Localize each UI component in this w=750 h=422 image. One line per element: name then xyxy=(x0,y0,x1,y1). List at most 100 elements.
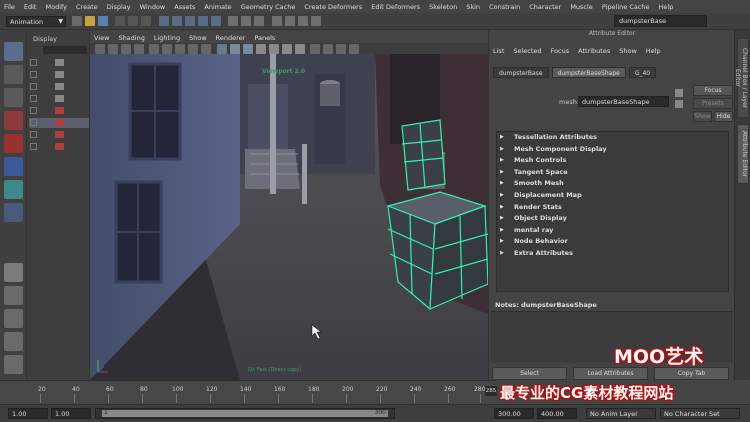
section-mesh-controls[interactable]: ▶ Mesh Controls xyxy=(497,155,728,167)
layer-row[interactable] xyxy=(29,70,89,80)
snap-point-icon[interactable] xyxy=(184,16,195,26)
select-hierarchy-icon[interactable] xyxy=(115,16,125,26)
expand-box-icon[interactable] xyxy=(30,143,37,150)
lasso-tool-icon[interactable] xyxy=(4,65,23,84)
menu-file[interactable]: File xyxy=(4,3,15,11)
ae-menu-help[interactable]: Help xyxy=(646,47,661,55)
menu-edit-deformers[interactable]: Edit Deformers xyxy=(371,3,420,11)
use-all-lights-icon[interactable] xyxy=(268,43,279,54)
xray-components-icon[interactable] xyxy=(349,43,359,54)
rotate-tool-icon[interactable] xyxy=(4,134,23,153)
mesh-node-icon[interactable] xyxy=(55,119,64,126)
menu-animate[interactable]: Animate xyxy=(204,3,231,11)
menu-create-deformers[interactable]: Create Deformers xyxy=(304,3,362,11)
time-slider[interactable]: 20 40 60 80 100 120 140 160 180 200 220 … xyxy=(0,380,496,404)
end-time-field[interactable]: 400.00 xyxy=(537,408,577,419)
ae-menu-show[interactable]: Show xyxy=(619,47,637,55)
resolution-gate-icon[interactable] xyxy=(175,43,185,54)
mesh-node-icon[interactable] xyxy=(55,107,64,114)
menu-skin[interactable]: Skin xyxy=(466,3,480,11)
ae-menu-focus[interactable]: Focus xyxy=(551,47,570,55)
layer-row[interactable] xyxy=(29,58,89,68)
tab-dumpster-base-shape[interactable]: dumpsterBaseShape xyxy=(551,67,626,78)
four-view-layout-icon[interactable] xyxy=(4,286,23,305)
camera-attr-icon[interactable] xyxy=(107,43,118,54)
single-perspective-layout-icon[interactable] xyxy=(4,263,23,282)
ae-menu-selected[interactable]: Selected xyxy=(513,47,541,55)
section-mesh-component-display[interactable]: ▶ Mesh Component Display xyxy=(497,144,728,156)
wireframe-icon[interactable] xyxy=(216,43,227,54)
select-object-icon[interactable] xyxy=(128,16,138,26)
rename-field[interactable]: dumpsterBase xyxy=(614,15,707,27)
snap-view-icon[interactable] xyxy=(197,16,208,26)
paint-select-tool-icon[interactable] xyxy=(4,88,23,107)
range-slider-handle[interactable]: 1 300 xyxy=(102,409,388,417)
image-plane-icon[interactable] xyxy=(133,43,144,54)
playback-end-field[interactable]: 300.00 xyxy=(494,408,534,419)
gate-mask-icon[interactable] xyxy=(188,43,198,54)
snap-curve-icon[interactable] xyxy=(171,16,182,26)
open-scene-icon[interactable] xyxy=(84,16,95,26)
xray-icon[interactable] xyxy=(323,43,333,54)
playback-start-field[interactable]: 1.00 xyxy=(51,408,91,419)
select-input-icon[interactable] xyxy=(675,89,683,97)
new-scene-icon[interactable] xyxy=(71,16,82,26)
scale-tool-icon[interactable] xyxy=(4,157,23,176)
camera-select-icon[interactable] xyxy=(94,43,105,54)
film-gate-icon[interactable] xyxy=(162,43,172,54)
hide-button[interactable]: Hide xyxy=(714,111,733,122)
expand-box-icon[interactable] xyxy=(30,119,37,126)
output-ops-icon[interactable] xyxy=(241,16,251,26)
snap-grid-icon[interactable] xyxy=(158,16,169,26)
tab-attribute-editor[interactable]: Attribute Editor xyxy=(737,124,749,184)
render-current-icon[interactable] xyxy=(271,16,282,26)
smooth-shade-icon[interactable] xyxy=(229,43,240,54)
expand-box-icon[interactable] xyxy=(30,131,37,138)
menu-help[interactable]: Help xyxy=(659,3,674,11)
perspective-viewport[interactable]: Viewport 2.0 DX Fast (Direct-copy) xyxy=(90,54,488,380)
persp-outliner-layout-icon[interactable] xyxy=(4,309,23,328)
expand-box-icon[interactable] xyxy=(30,83,37,90)
layer-row[interactable] xyxy=(29,142,89,152)
select-component-icon[interactable] xyxy=(141,16,151,26)
hypershade-icon[interactable] xyxy=(310,16,321,26)
wireframe-on-shaded-icon[interactable] xyxy=(242,43,253,54)
section-extra-attributes[interactable]: ▶ Extra Attributes xyxy=(497,248,728,260)
layer-filter-field[interactable] xyxy=(43,46,87,54)
presets-button[interactable]: Presets xyxy=(693,98,733,109)
visibility-icon[interactable] xyxy=(55,59,64,66)
history-icon[interactable] xyxy=(254,16,264,26)
expand-box-icon[interactable] xyxy=(30,59,37,66)
snap-surface-icon[interactable] xyxy=(210,16,221,26)
menu-edit[interactable]: Edit xyxy=(24,3,37,11)
vp-menu-view[interactable]: View xyxy=(94,34,109,42)
menu-modify[interactable]: Modify xyxy=(45,3,67,11)
layer-row[interactable] xyxy=(29,82,89,92)
layer-row[interactable] xyxy=(29,130,89,140)
range-slider[interactable]: 1 300 xyxy=(95,408,395,419)
section-mental-ray[interactable]: ▶ mental ray xyxy=(497,225,728,237)
mesh-name-field[interactable]: dumpsterBaseShape xyxy=(578,96,669,107)
ipr-render-icon[interactable] xyxy=(284,16,295,26)
vp-menu-shading[interactable]: Shading xyxy=(118,34,144,42)
persp-graph-layout-icon[interactable] xyxy=(4,332,23,351)
vp-menu-panels[interactable]: Panels xyxy=(254,34,275,42)
menuset-dropdown[interactable]: Animation ▼ xyxy=(6,15,66,27)
menu-muscle[interactable]: Muscle xyxy=(570,3,593,11)
expand-box-icon[interactable] xyxy=(30,95,37,102)
visibility-icon[interactable] xyxy=(55,83,64,90)
layer-row-selected[interactable] xyxy=(29,118,89,128)
input-ops-icon[interactable] xyxy=(228,16,238,26)
ambient-occlusion-icon[interactable] xyxy=(294,43,305,54)
focus-button[interactable]: Focus xyxy=(693,85,733,96)
start-time-field[interactable]: 1.00 xyxy=(8,408,48,419)
menu-pipeline-cache[interactable]: Pipeline Cache xyxy=(602,3,650,11)
current-frame-field[interactable]: 285 xyxy=(485,386,497,396)
visibility-icon[interactable] xyxy=(55,71,64,78)
menu-geometry-cache[interactable]: Geometry Cache xyxy=(241,3,296,11)
tab-channel-box[interactable]: Channel Box / Layer Editor xyxy=(734,38,749,118)
vp-menu-show[interactable]: Show xyxy=(189,34,207,42)
vp-menu-lighting[interactable]: Lighting xyxy=(154,34,180,42)
expand-box-icon[interactable] xyxy=(30,71,37,78)
section-tessellation[interactable]: ▶ Tessellation Attributes xyxy=(497,132,728,144)
